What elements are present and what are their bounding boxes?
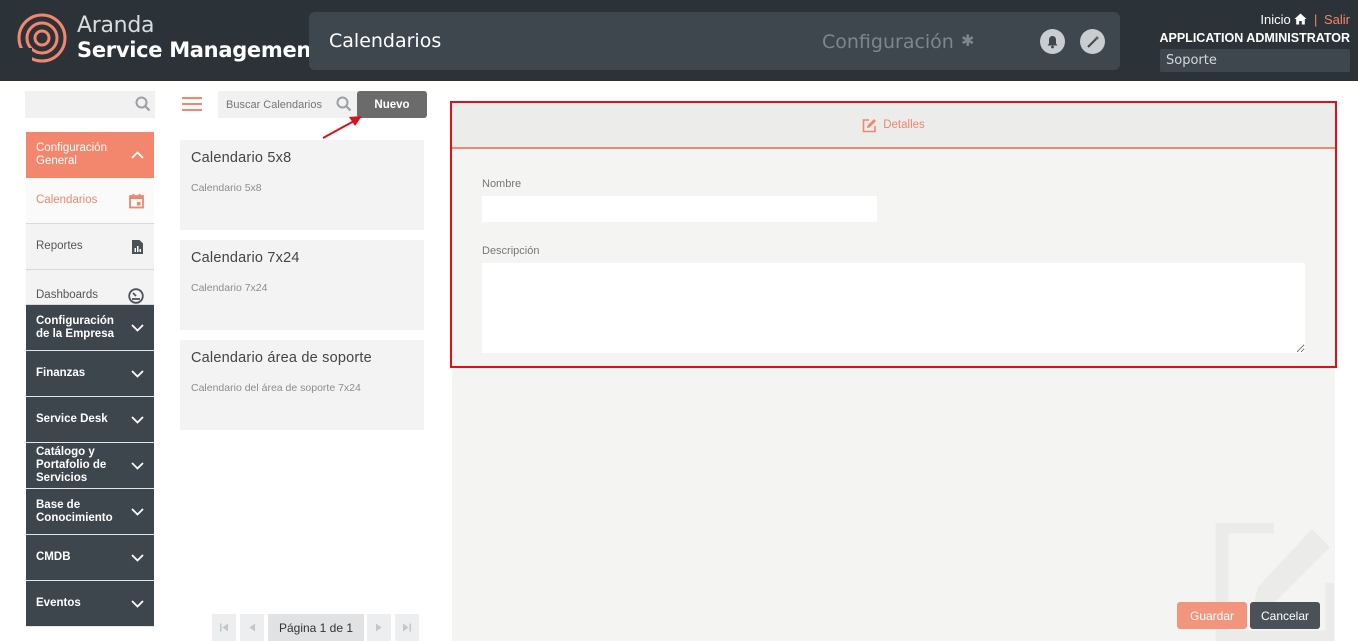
calendar-search-input[interactable] — [218, 91, 328, 118]
gear-icon[interactable]: ✱ — [961, 31, 974, 51]
brand-name: Aranda — [77, 13, 155, 38]
sidebar-item-configuracion-empresa[interactable]: Configuración de la Empresa — [26, 305, 154, 351]
next-page-icon — [376, 623, 382, 632]
sidebar-item-base-conocimiento[interactable]: Base de Conocimiento — [26, 489, 154, 535]
sidebar: Configuración General Calendarios Report… — [26, 132, 154, 627]
separator: | — [1313, 12, 1318, 27]
sidebar-item-label: Configuración de la Empresa — [36, 314, 114, 340]
calendar-card-title: Calendario 5x8 — [191, 150, 292, 166]
chevron-down-icon — [131, 415, 144, 424]
chevron-down-icon — [131, 553, 144, 562]
notifications-button[interactable] — [1040, 29, 1065, 54]
top-links: Inicio | Salir — [1260, 12, 1350, 27]
previous-page-button[interactable] — [240, 614, 264, 641]
calendar-card-description: Calendario 5x8 — [191, 182, 262, 194]
sidebar-item-label: Configuración General — [36, 142, 107, 167]
wizard-button[interactable] — [1080, 29, 1105, 54]
logout-link[interactable]: Salir — [1324, 12, 1350, 27]
description-field[interactable] — [482, 263, 1305, 353]
home-link[interactable]: Inicio — [1260, 12, 1290, 27]
sidebar-item-label: Calendarios — [36, 194, 98, 206]
chevron-down-icon — [131, 507, 144, 516]
detail-panel: Detalles Nombre Descripción Guardar Canc… — [452, 103, 1335, 641]
sidebar-item-catalogo[interactable]: Catálogo y Portafolio de Servicios — [26, 443, 154, 489]
config-link[interactable]: Configuración — [822, 31, 954, 53]
search-icon[interactable] — [336, 96, 352, 112]
edit-icon — [862, 118, 877, 132]
sidebar-item-label: CMDB — [36, 551, 71, 563]
first-page-icon — [220, 623, 228, 632]
aranda-logo-icon — [17, 13, 67, 63]
sidebar-item-cmdb[interactable]: CMDB — [26, 535, 154, 581]
sidebar-item-eventos[interactable]: Eventos — [26, 581, 154, 627]
top-bar: Aranda Service Management Calendarios Co… — [0, 0, 1358, 81]
project-selector[interactable]: Soporte — [1160, 49, 1350, 72]
calendar-card-title: Calendario área de soporte — [191, 350, 372, 366]
page-indicator: Página 1 de 1 — [268, 614, 364, 641]
home-icon[interactable] — [1294, 13, 1307, 25]
sidebar-item-label: Base de Conocimiento — [36, 498, 113, 524]
sidebar-item-label: Reportes — [36, 240, 83, 252]
annotation-arrow-icon — [322, 116, 362, 139]
first-page-button[interactable] — [212, 614, 236, 641]
sidebar-item-label: Eventos — [36, 597, 81, 609]
description-label: Descripción — [482, 245, 540, 257]
chevron-down-icon — [131, 369, 144, 378]
sidebar-item-label: Catálogo y Portafolio de Servicios — [36, 446, 107, 484]
sidebar-item-dashboards[interactable]: Dashboards — [26, 270, 154, 305]
sidebar-item-label: Service Desk — [36, 413, 108, 425]
last-page-button[interactable] — [395, 614, 419, 641]
page-title: Calendarios — [329, 30, 442, 52]
previous-page-icon — [249, 623, 255, 632]
user-name: APPLICATION ADMINISTRATOR — [1159, 31, 1350, 45]
sidebar-search-input[interactable] — [25, 91, 155, 118]
sidebar-item-configuracion-general[interactable]: Configuración General — [26, 132, 154, 178]
cancel-button[interactable]: Cancelar — [1250, 602, 1320, 629]
sidebar-item-finanzas[interactable]: Finanzas — [26, 351, 154, 397]
calendar-icon — [129, 193, 144, 208]
new-calendar-button[interactable]: Nuevo — [357, 91, 427, 118]
tab-detalles[interactable]: Detalles — [452, 103, 1335, 149]
magic-wand-icon — [1086, 35, 1099, 48]
sidebar-item-calendarios[interactable]: Calendarios — [26, 178, 154, 224]
brand-product: Service Management — [77, 38, 321, 62]
chevron-down-icon — [131, 461, 144, 470]
chevron-up-icon — [131, 151, 144, 159]
sidebar-item-label: Finanzas — [36, 367, 86, 379]
hamburger-menu-icon[interactable] — [182, 97, 202, 111]
calendar-card[interactable]: Calendario 7x24 Calendario 7x24 — [180, 240, 424, 330]
calendar-card-title: Calendario 7x24 — [191, 250, 300, 266]
calendar-card[interactable]: Calendario 5x8 Calendario 5x8 — [180, 140, 424, 230]
sidebar-item-service-desk[interactable]: Service Desk — [26, 397, 154, 443]
sidebar-item-label: Dashboards — [36, 289, 99, 301]
tab-label: Detalles — [883, 119, 925, 131]
calendar-card-description: Calendario 7x24 — [191, 282, 268, 294]
chevron-down-icon — [131, 323, 144, 332]
save-button[interactable]: Guardar — [1177, 602, 1247, 629]
name-field[interactable] — [482, 196, 877, 222]
last-page-icon — [403, 623, 411, 632]
sidebar-item-reportes[interactable]: Reportes — [26, 224, 154, 270]
gauge-icon — [128, 288, 144, 304]
next-page-button[interactable] — [367, 614, 391, 641]
name-label: Nombre — [482, 178, 522, 190]
report-file-icon — [132, 239, 143, 254]
bell-icon — [1047, 35, 1058, 48]
chevron-down-icon — [131, 599, 144, 608]
title-bar: Calendarios Configuración ✱ — [309, 12, 1120, 70]
calendar-card[interactable]: Calendario área de soporte Calendario de… — [180, 340, 424, 430]
calendar-card-description: Calendario del área de soporte 7x24 — [191, 382, 361, 394]
search-icon[interactable] — [135, 96, 151, 112]
